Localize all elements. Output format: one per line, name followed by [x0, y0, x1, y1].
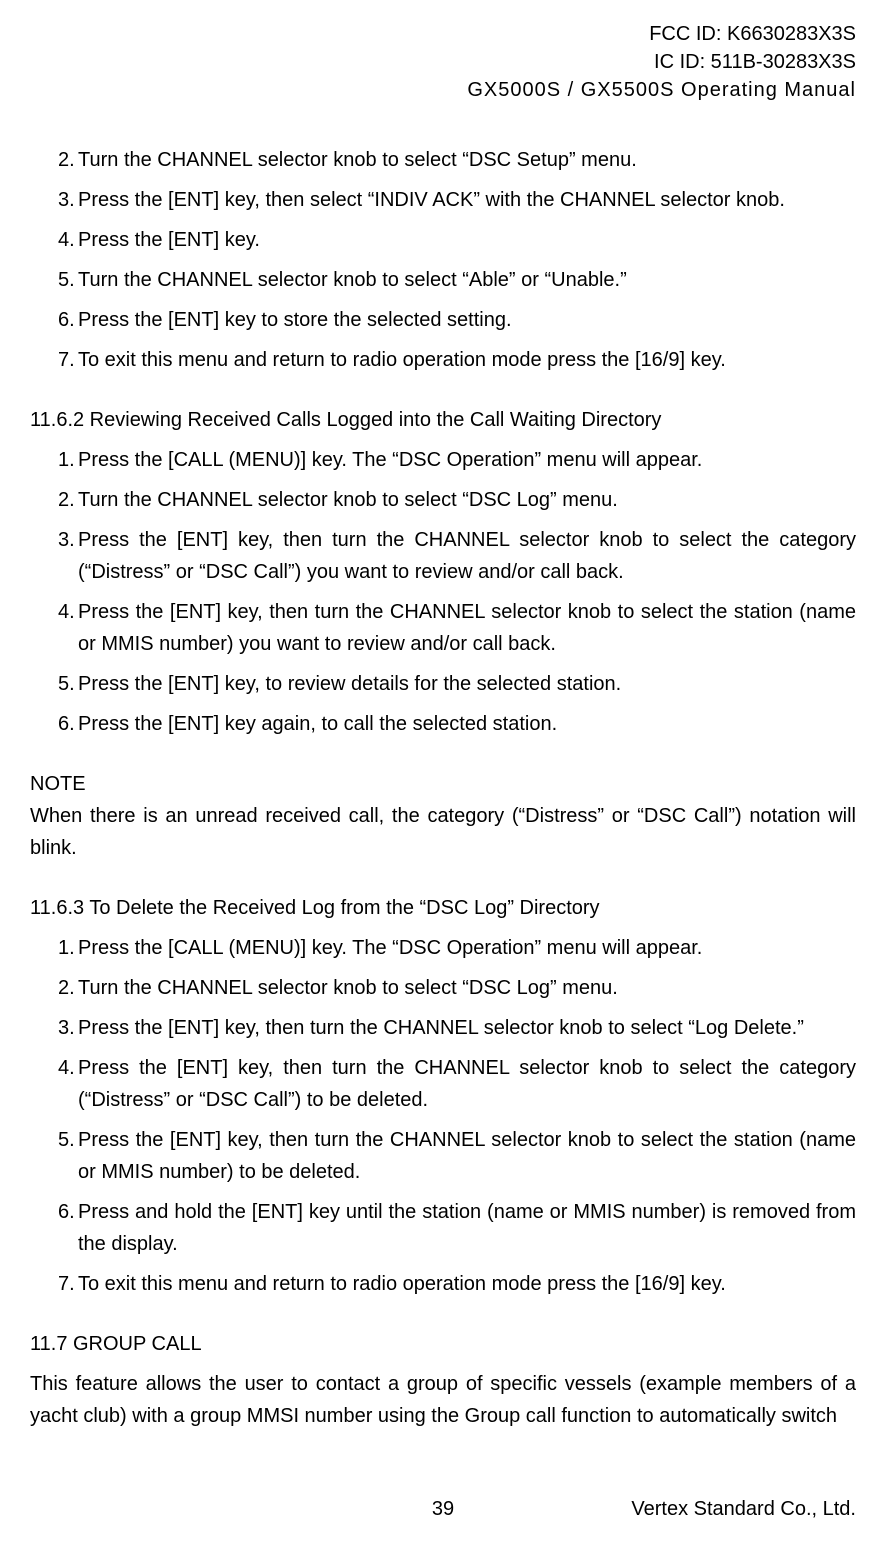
list-number: 5. [30, 1124, 70, 1188]
list-item: 2.Turn the CHANNEL selector knob to sele… [30, 144, 856, 176]
list-text: Turn the CHANNEL selector knob to select… [70, 264, 856, 296]
list-number: 4. [30, 224, 70, 256]
page-header: FCC ID: K6630283X3S IC ID: 511B-30283X3S… [30, 20, 856, 104]
list-number: 7. [30, 1268, 70, 1300]
list-number: 5. [30, 668, 70, 700]
note-label: NOTE [30, 768, 856, 800]
page-number: 39 [432, 1493, 454, 1525]
list-number: 2. [30, 484, 70, 516]
list-text: Press the [ENT] key, to review details f… [70, 668, 856, 700]
list-text: Press the [ENT] key, then turn the CHANN… [70, 596, 856, 660]
list-text: Press the [CALL (MENU)] key. The “DSC Op… [70, 444, 856, 476]
list-number: 2. [30, 972, 70, 1004]
list-number: 6. [30, 304, 70, 336]
company-name: Vertex Standard Co., Ltd. [631, 1493, 856, 1525]
list-item: 3.Press the [ENT] key, then turn the CHA… [30, 1012, 856, 1044]
list-number: 5. [30, 264, 70, 296]
list-text: Press the [ENT] key, then turn the CHANN… [70, 1012, 856, 1044]
list-item: 2.Turn the CHANNEL selector knob to sele… [30, 972, 856, 1004]
list-text: Press the [CALL (MENU)] key. The “DSC Op… [70, 932, 856, 964]
list-item: 3.Press the [ENT] key, then select “INDI… [30, 184, 856, 216]
list-text: Press and hold the [ENT] key until the s… [70, 1196, 856, 1260]
list-text: Press the [ENT] key, then turn the CHANN… [70, 1124, 856, 1188]
list-number: 4. [30, 596, 70, 660]
fcc-id: FCC ID: K6630283X3S [30, 20, 856, 48]
list-number: 1. [30, 932, 70, 964]
list-text: To exit this menu and return to radio op… [70, 1268, 856, 1300]
list-item: 7.To exit this menu and return to radio … [30, 344, 856, 376]
list-number: 6. [30, 708, 70, 740]
note-body: When there is an unread received call, t… [30, 800, 856, 864]
page-footer: 39 Vertex Standard Co., Ltd. [30, 1493, 856, 1525]
list-item: 1.Press the [CALL (MENU)] key. The “DSC … [30, 444, 856, 476]
list-number: 3. [30, 524, 70, 588]
list-text: Turn the CHANNEL selector knob to select… [70, 144, 856, 176]
list-text: To exit this menu and return to radio op… [70, 344, 856, 376]
list-number: 3. [30, 184, 70, 216]
list-number: 7. [30, 344, 70, 376]
list-text: Press the [ENT] key again, to call the s… [70, 708, 856, 740]
list-number: 1. [30, 444, 70, 476]
list-item: 3.Press the [ENT] key, then turn the CHA… [30, 524, 856, 588]
list-item: 2.Turn the CHANNEL selector knob to sele… [30, 484, 856, 516]
ic-id: IC ID: 511B-30283X3S [30, 48, 856, 76]
list-number: 3. [30, 1012, 70, 1044]
list-item: 4.Press the [ENT] key. [30, 224, 856, 256]
list-item: 7.To exit this menu and return to radio … [30, 1268, 856, 1300]
list-item: 1.Press the [CALL (MENU)] key. The “DSC … [30, 932, 856, 964]
list-text: Press the [ENT] key, then turn the CHANN… [70, 1052, 856, 1116]
list-item: 4.Press the [ENT] key, then turn the CHA… [30, 1052, 856, 1116]
list-a: 2.Turn the CHANNEL selector knob to sele… [30, 144, 856, 376]
list-item: 6.Press the [ENT] key again, to call the… [30, 708, 856, 740]
list-item: 5.Press the [ENT] key, then turn the CHA… [30, 1124, 856, 1188]
list-text: Press the [ENT] key to store the selecte… [70, 304, 856, 336]
section-d-heading: 11.7 GROUP CALL [30, 1328, 856, 1360]
list-number: 6. [30, 1196, 70, 1260]
list-b: 1.Press the [CALL (MENU)] key. The “DSC … [30, 444, 856, 740]
list-item: 5.Turn the CHANNEL selector knob to sele… [30, 264, 856, 296]
list-text: Press the [ENT] key. [70, 224, 856, 256]
list-item: 4.Press the [ENT] key, then turn the CHA… [30, 596, 856, 660]
list-text: Turn the CHANNEL selector knob to select… [70, 484, 856, 516]
list-number: 4. [30, 1052, 70, 1116]
list-text: Press the [ENT] key, then select “INDIV … [70, 184, 856, 216]
section-d-body: This feature allows the user to contact … [30, 1368, 856, 1432]
section-c-heading: 11.6.3 To Delete the Received Log from t… [30, 892, 856, 924]
doc-title: GX5000S / GX5500S Operating Manual [30, 76, 856, 104]
list-number: 2. [30, 144, 70, 176]
list-item: 5.Press the [ENT] key, to review details… [30, 668, 856, 700]
list-text: Press the [ENT] key, then turn the CHANN… [70, 524, 856, 588]
section-b-heading: 11.6.2 Reviewing Received Calls Logged i… [30, 404, 856, 436]
list-c: 1.Press the [CALL (MENU)] key. The “DSC … [30, 932, 856, 1300]
list-item: 6.Press and hold the [ENT] key until the… [30, 1196, 856, 1260]
list-text: Turn the CHANNEL selector knob to select… [70, 972, 856, 1004]
list-item: 6.Press the [ENT] key to store the selec… [30, 304, 856, 336]
